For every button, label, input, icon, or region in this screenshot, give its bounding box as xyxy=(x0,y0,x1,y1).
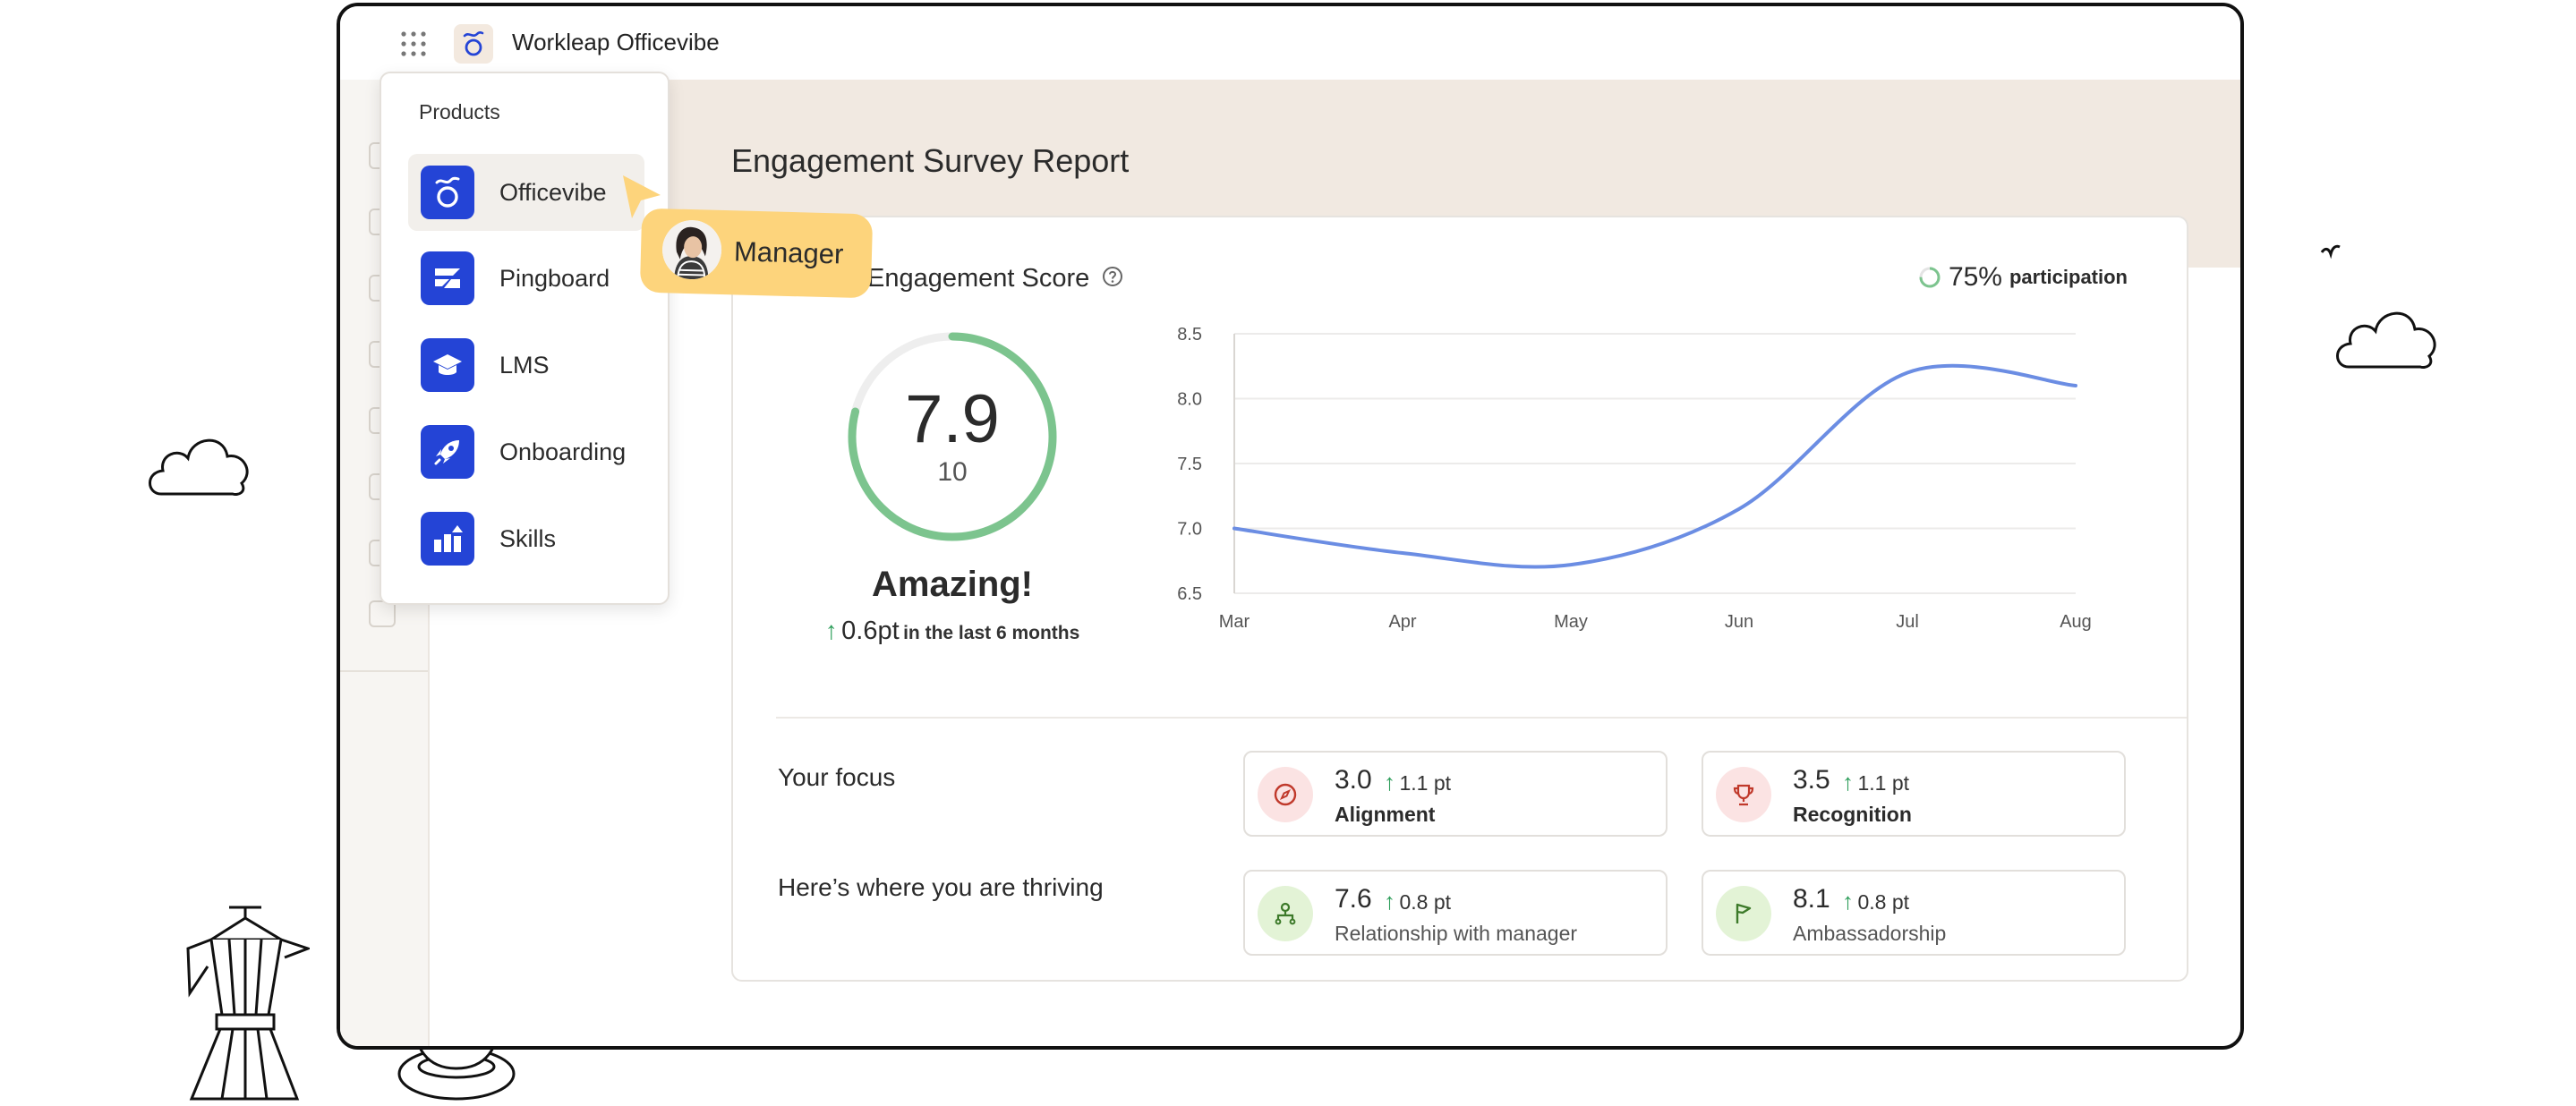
participation-percent: 75% xyxy=(1948,262,2002,292)
metric-recognition[interactable]: 3.5 ↑ 1.1 pt Recognition xyxy=(1702,751,2126,837)
metric-score: 3.0 xyxy=(1335,765,1372,795)
arrow-up-icon: ↑ xyxy=(1842,769,1854,795)
product-label: Pingboard xyxy=(499,264,610,292)
arrow-up-icon: ↑ xyxy=(1384,888,1395,915)
graduation-cap-icon xyxy=(421,338,474,392)
metric-score: 8.1 xyxy=(1793,884,1830,914)
card-divider xyxy=(776,717,2187,719)
x-tick-label: May xyxy=(1554,612,1588,632)
participation-indicator: 75% participation xyxy=(1918,262,2128,293)
arrow-up-icon: ↑ xyxy=(1384,769,1395,795)
score-value: 7.9 xyxy=(905,381,1000,457)
score-change: ↑ 0.6pt in the last 6 months xyxy=(778,617,1127,646)
product-label: Officevibe xyxy=(499,178,607,206)
cloud-right-icon xyxy=(2336,311,2436,369)
rocket-icon xyxy=(421,425,474,479)
products-dropdown: Products Officevibe Pingboard LMS Onboar… xyxy=(380,72,670,605)
score-max: 10 xyxy=(937,457,968,487)
arrow-up-icon: ↑ xyxy=(824,617,838,644)
top-bar: Workleap Officevibe xyxy=(340,6,2240,80)
metric-name: Alignment xyxy=(1335,803,1436,826)
bird-icon xyxy=(2320,244,2341,259)
x-tick-label: Jun xyxy=(1725,612,1753,632)
y-tick-label: 8.0 xyxy=(1177,390,1202,410)
manager-tag: Manager xyxy=(639,208,874,299)
compass-icon xyxy=(1258,767,1313,822)
brand-name: Workleap Officevibe xyxy=(512,29,720,55)
participation-label: participation xyxy=(2009,266,2128,288)
metric-name: Ambassadorship xyxy=(1793,922,1947,945)
product-label: Onboarding xyxy=(499,438,627,465)
nav-separator xyxy=(340,670,428,672)
focus-label: Your focus xyxy=(778,763,896,791)
avatar xyxy=(661,219,722,280)
arrow-up-icon: ↑ xyxy=(1842,888,1854,915)
help-icon[interactable] xyxy=(1102,266,1123,287)
x-tick-label: Jul xyxy=(1896,612,1919,632)
product-label: Skills xyxy=(499,524,557,552)
x-tick-label: Apr xyxy=(1388,612,1416,632)
thriving-label: Here’s where you are thriving xyxy=(778,873,1104,901)
products-heading: Products xyxy=(419,100,500,123)
metric-score: 3.5 xyxy=(1793,765,1830,795)
score-change-period: in the last 6 months xyxy=(903,623,1080,643)
engagement-score-card: Engagement Score 75% participation 7.9 1… xyxy=(731,216,2188,982)
people-hierarchy-icon xyxy=(1258,886,1313,941)
engagement-line-chart: 8.5 8.0 7.5 7.0 6.5 Mar Apr May Jun Jul Aug xyxy=(1177,325,2092,632)
trophy-icon xyxy=(1716,767,1771,822)
y-tick-label: 6.5 xyxy=(1177,584,1202,604)
y-tick-label: 8.5 xyxy=(1177,325,1202,345)
page-title: Engagement Survey Report xyxy=(731,142,1130,179)
moka-pot-icon xyxy=(186,906,310,1101)
metric-delta: 0.8 pt xyxy=(1399,890,1451,914)
card-title: Engagement Score xyxy=(867,264,1090,293)
metric-delta: 0.8 pt xyxy=(1857,890,1909,914)
product-item-officevibe[interactable]: Officevibe xyxy=(408,154,644,231)
officevibe-logo-icon[interactable] xyxy=(454,24,493,64)
participation-ring xyxy=(1919,267,1941,288)
manager-label: Manager xyxy=(733,235,844,270)
product-item-lms[interactable]: LMS xyxy=(408,327,644,404)
metric-alignment[interactable]: 3.0 ↑ 1.1 pt Alignment xyxy=(1243,751,1668,837)
metric-score: 7.6 xyxy=(1335,884,1372,914)
metric-relationship-with-manager[interactable]: 7.6 ↑ 0.8 pt Relationship with manager xyxy=(1243,870,1668,956)
pingboard-logo-icon xyxy=(421,251,474,305)
y-tick-label: 7.0 xyxy=(1177,520,1202,540)
product-item-skills[interactable]: Skills xyxy=(408,500,644,577)
product-item-onboarding[interactable]: Onboarding xyxy=(408,413,644,490)
score-label: Amazing! xyxy=(872,565,1033,604)
bar-chart-arrow-icon xyxy=(421,512,474,566)
app-grid-icon[interactable] xyxy=(399,30,428,58)
metric-name: Relationship with manager xyxy=(1335,922,1578,945)
x-tick-label: Mar xyxy=(1219,612,1250,632)
metric-ambassadorship[interactable]: 8.1 ↑ 0.8 pt Ambassadorship xyxy=(1702,870,2126,956)
x-tick-label: Aug xyxy=(2060,612,2092,632)
product-item-pingboard[interactable]: Pingboard xyxy=(408,240,644,317)
metric-name: Recognition xyxy=(1793,803,1912,826)
metric-delta: 1.1 pt xyxy=(1857,771,1909,795)
series-line xyxy=(1233,363,2077,569)
product-label: LMS xyxy=(499,351,550,379)
score-change-value: 0.6pt xyxy=(841,617,900,645)
officevibe-logo-icon xyxy=(421,166,474,219)
cloud-left-icon xyxy=(149,438,249,496)
metric-delta: 1.1 pt xyxy=(1399,771,1451,795)
flag-icon xyxy=(1716,886,1771,941)
y-tick-label: 7.5 xyxy=(1177,455,1202,474)
